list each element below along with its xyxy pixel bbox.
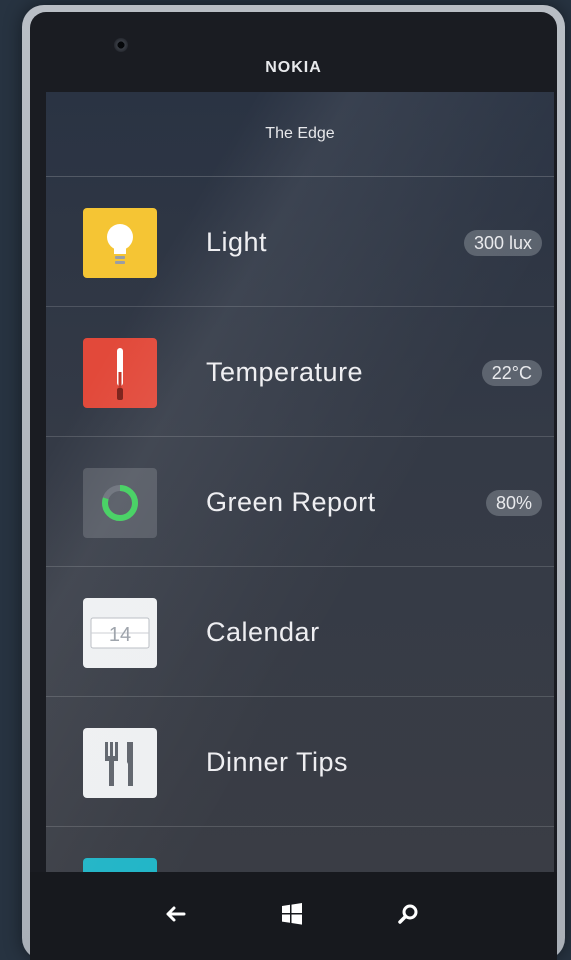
navigation-bar: [30, 872, 557, 960]
item-label: Calendar: [206, 617, 320, 647]
thermometer-icon: [83, 338, 157, 408]
item-label: Green Report: [206, 487, 376, 517]
ring-progress-icon: [83, 468, 157, 538]
app-title: The Edge: [265, 125, 335, 142]
partial-tile-icon: [83, 858, 157, 872]
calendar-day-text: 14: [109, 624, 131, 646]
search-icon[interactable]: [388, 894, 428, 934]
list-item-dinner-tips[interactable]: Dinner Tips: [46, 697, 554, 827]
list-item-green-report[interactable]: Green Report 80%: [46, 437, 554, 567]
phone-frame: NOKIA The Edge Light 300 lux Temperature…: [22, 5, 565, 960]
list-item-calendar[interactable]: 14 Calendar: [46, 567, 554, 697]
device-brand: NOKIA: [265, 59, 322, 76]
item-label: Dinner Tips: [206, 747, 349, 777]
temperature-value-badge: 22°C: [481, 360, 542, 386]
list-item-partial[interactable]: [46, 827, 554, 872]
fork-knife-icon: [83, 728, 157, 798]
tile-list: Light 300 lux Temperature 22°C Green Rep…: [46, 177, 554, 872]
item-label: Light: [206, 227, 268, 257]
green-report-value-badge: 80%: [485, 490, 542, 516]
list-item-temperature[interactable]: Temperature 22°C: [46, 307, 554, 437]
windows-logo-icon[interactable]: [272, 894, 312, 934]
app-screen: The Edge Light 300 lux Temperature 22°C …: [46, 92, 554, 872]
back-arrow-icon[interactable]: [156, 894, 196, 934]
phone-body: NOKIA The Edge Light 300 lux Temperature…: [30, 12, 557, 960]
calendar-icon: 14: [83, 598, 157, 668]
item-label: Temperature: [206, 357, 364, 387]
lightbulb-icon: [83, 208, 157, 278]
list-item-light[interactable]: Light 300 lux: [46, 177, 554, 307]
light-value-badge: 300 lux: [463, 230, 542, 256]
front-camera-icon: [114, 38, 128, 52]
